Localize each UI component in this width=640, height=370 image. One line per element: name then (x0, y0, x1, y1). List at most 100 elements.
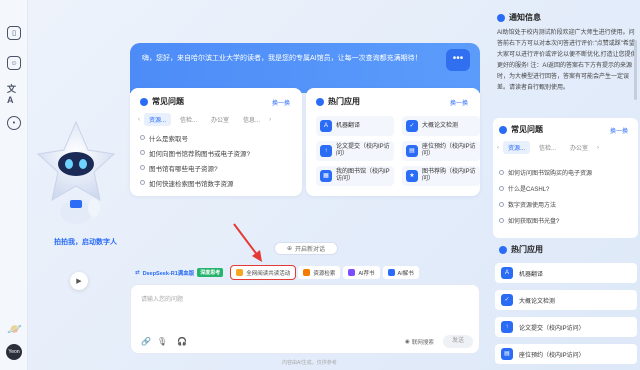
right-app-tile[interactable]: ✓ 大概论文检测 (495, 290, 637, 310)
right-app-tile[interactable]: A 机器翻译 (495, 263, 637, 283)
net-search-toggle[interactable]: ◉ 联网搜索 (405, 338, 434, 346)
list-item[interactable]: 如何获取图书光盘? (499, 212, 592, 228)
discover-icon[interactable]: • (7, 116, 21, 130)
resource-search-chip[interactable]: 资源检索 (298, 266, 341, 279)
list-item[interactable]: 数字资源使用方法 (499, 196, 592, 212)
planet-icon[interactable]: 🪐 (7, 322, 22, 336)
tab-next-icon[interactable]: › (597, 145, 599, 151)
question-input[interactable]: 请输入您的问题 (141, 294, 183, 303)
bullet-icon (140, 180, 145, 185)
hot-apps-title: 热门应用 (316, 96, 360, 107)
faq-title: 常见问题 (140, 96, 184, 107)
tab-prev-icon[interactable]: ‹ (497, 145, 499, 151)
robot-mascot[interactable] (36, 120, 116, 230)
feature-chips: ⇄ DeepSeek-R1满血版 深度思考 全网阅读共读活动 资源检索 AI荐书… (130, 265, 419, 280)
submit-icon: ↑ (320, 145, 332, 157)
faq-tab[interactable]: 资源... (144, 113, 172, 126)
tab-next-icon[interactable]: › (269, 117, 271, 123)
app-tile[interactable]: ▦ 我的图书馆（校内IP访问） (316, 166, 394, 186)
resource-icon (303, 269, 311, 276)
translate-app-icon: A (501, 267, 513, 279)
bullet-icon (499, 201, 504, 207)
reading-activity-chip[interactable]: 全网阅读共读活动 (230, 265, 297, 280)
hot-apps-dot-icon (316, 97, 324, 106)
right-faq-swap-link[interactable]: 换一换 (610, 126, 628, 135)
right-app-tile[interactable]: ↑ 论文提交（校内IP访问） (495, 317, 637, 337)
welcome-message: 嗨，您好，来自哈尔滨工业大学的读者，我是您的专属AI馆员，让每一次查询都充满期待… (142, 55, 422, 62)
model-selector[interactable]: ⇄ DeepSeek-R1满血版 深度思考 (130, 266, 228, 279)
model-swap-icon: ⇄ (135, 269, 140, 276)
welcome-banner: 嗨，您好，来自哈尔滨工业大学的读者，我是您的专属AI馆员，让每一次查询都充满期待… (130, 43, 480, 93)
notice-scrollbar[interactable] (634, 40, 637, 100)
faq-tab[interactable]: 办公室 (206, 113, 234, 126)
ai-disclaimer: 内容由AI生成，仅供参考 (282, 360, 337, 366)
right-faq-dot-icon (499, 125, 507, 134)
library-icon: ▦ (320, 170, 332, 182)
ai-recommend-chip[interactable]: AI荐书 (343, 266, 380, 279)
submit-icon: ↑ (501, 321, 513, 333)
bullet-icon (140, 165, 145, 170)
new-chat-icon[interactable]: ☺ (7, 56, 21, 70)
ai-recommend-icon (348, 269, 356, 276)
hot-apps-swap-link[interactable]: 换一换 (450, 98, 468, 107)
app-tile[interactable]: ✓ 大概论文检测 (402, 116, 480, 136)
avatar[interactable]: Yeon (6, 344, 22, 360)
faq-swap-link[interactable]: 换一换 (272, 98, 290, 107)
mascot-label[interactable]: 拍拍我，启动数字人 (54, 237, 117, 247)
tab-prev-icon[interactable]: ‹ (138, 117, 140, 123)
deep-think-badge[interactable]: 深度思考 (197, 268, 224, 277)
question-input-box[interactable]: 请输入您的问题 🔗 🎙 🎧 ◉ 联网搜索 发送 (130, 284, 480, 354)
paper-check-icon: ✓ (501, 294, 513, 306)
new-chat-plus-icon: ⊕ (286, 246, 292, 252)
list-item[interactable]: 什么是索取号 (140, 130, 250, 145)
send-button[interactable]: 发送 (443, 335, 473, 348)
list-item[interactable]: 图书馆有哪些电子资源? (140, 160, 250, 175)
ai-explain-chip[interactable]: AI解书 (382, 266, 419, 279)
right-faq-tab[interactable]: 资源... (503, 141, 531, 154)
play-button[interactable]: ▶ (70, 272, 88, 290)
faq-tab[interactable]: 信检... (175, 113, 202, 126)
right-apps-dot-icon (499, 245, 507, 254)
bullet-icon (140, 135, 145, 140)
book-recommend-icon: ★ (406, 170, 418, 182)
list-item[interactable]: 如何向图书馆荐购图书或电子资源? (140, 145, 250, 160)
seat-icon: ▤ (501, 348, 513, 360)
bullet-icon (499, 185, 504, 191)
seat-icon: ▤ (406, 145, 418, 157)
headset-icon[interactable]: 🎧 (177, 337, 187, 346)
bullet-icon (140, 150, 145, 155)
translate-app-icon: A (320, 120, 332, 132)
right-app-tile[interactable]: ▤ 座位预约（校内IP访问） (495, 344, 637, 364)
faq-list: 什么是索取号 如何向图书馆荐购图书或电子资源? 图书馆有哪些电子资源? 如何快速… (140, 130, 250, 190)
app-tile[interactable]: ↑ 论文提交（校内IP访问） (316, 141, 394, 161)
bullet-icon (499, 169, 504, 175)
ai-explain-icon (387, 269, 395, 276)
notice-title: 通知信息 (497, 12, 541, 23)
paper-check-icon: ✓ (406, 120, 418, 132)
faq-tabs: ‹ 资源... 信检... 办公室 信息... › (138, 113, 271, 126)
translate-icon[interactable]: 文A (7, 84, 21, 105)
app-tile[interactable]: A 机器翻译 (316, 116, 394, 136)
globe-icon: ◉ (405, 339, 410, 345)
right-faq-tabs: ‹ 资源... 信检... 办公室 › (497, 141, 599, 154)
app-tile[interactable]: ★ 图书荐购（校内IP访问） (402, 166, 480, 186)
app-tile[interactable]: ▤ 座位预约（校内IP访问） (402, 141, 480, 161)
list-item[interactable]: 如何访问图书馆购买的电子资源 (499, 164, 592, 180)
right-apps-title: 热门应用 (499, 244, 543, 255)
right-faq-list: 如何访问图书馆购买的电子资源 什么是CASHL? 数字资源使用方法 如何获取图书… (499, 164, 592, 228)
new-chat-button[interactable]: ⊕ 开启新对话 (274, 242, 338, 255)
faq-tab[interactable]: 信息... (238, 113, 265, 126)
right-faq-tab[interactable]: 信检... (534, 141, 561, 154)
attach-icon[interactable]: 🔗 (141, 337, 151, 346)
microphone-icon[interactable]: 🎙 (157, 337, 167, 346)
notice-body: AI助馆处于校内测试阶段欢迎广大师生进行使用。问答前右下方可以对本次问答进行评价… (497, 30, 637, 91)
right-faq-tab[interactable]: 办公室 (565, 141, 593, 154)
hot-apps-grid: A 机器翻译 ✓ 大概论文检测 ↑ 论文提交（校内IP访问） ▤ 座位预约（校内IP访问… (316, 116, 480, 186)
list-item[interactable]: 什么是CASHL? (499, 180, 592, 196)
right-faq-title: 常见问题 (499, 124, 543, 135)
notice-dot-icon (497, 13, 505, 22)
list-item[interactable]: 如何快速检索图书馆数字资源 (140, 175, 250, 190)
faq-dot-icon (140, 97, 148, 106)
sidebar-toggle-icon[interactable]: ▯ (7, 26, 21, 40)
left-rail: ▯ ☺ 文A • 🪐 Yeon (0, 0, 28, 370)
